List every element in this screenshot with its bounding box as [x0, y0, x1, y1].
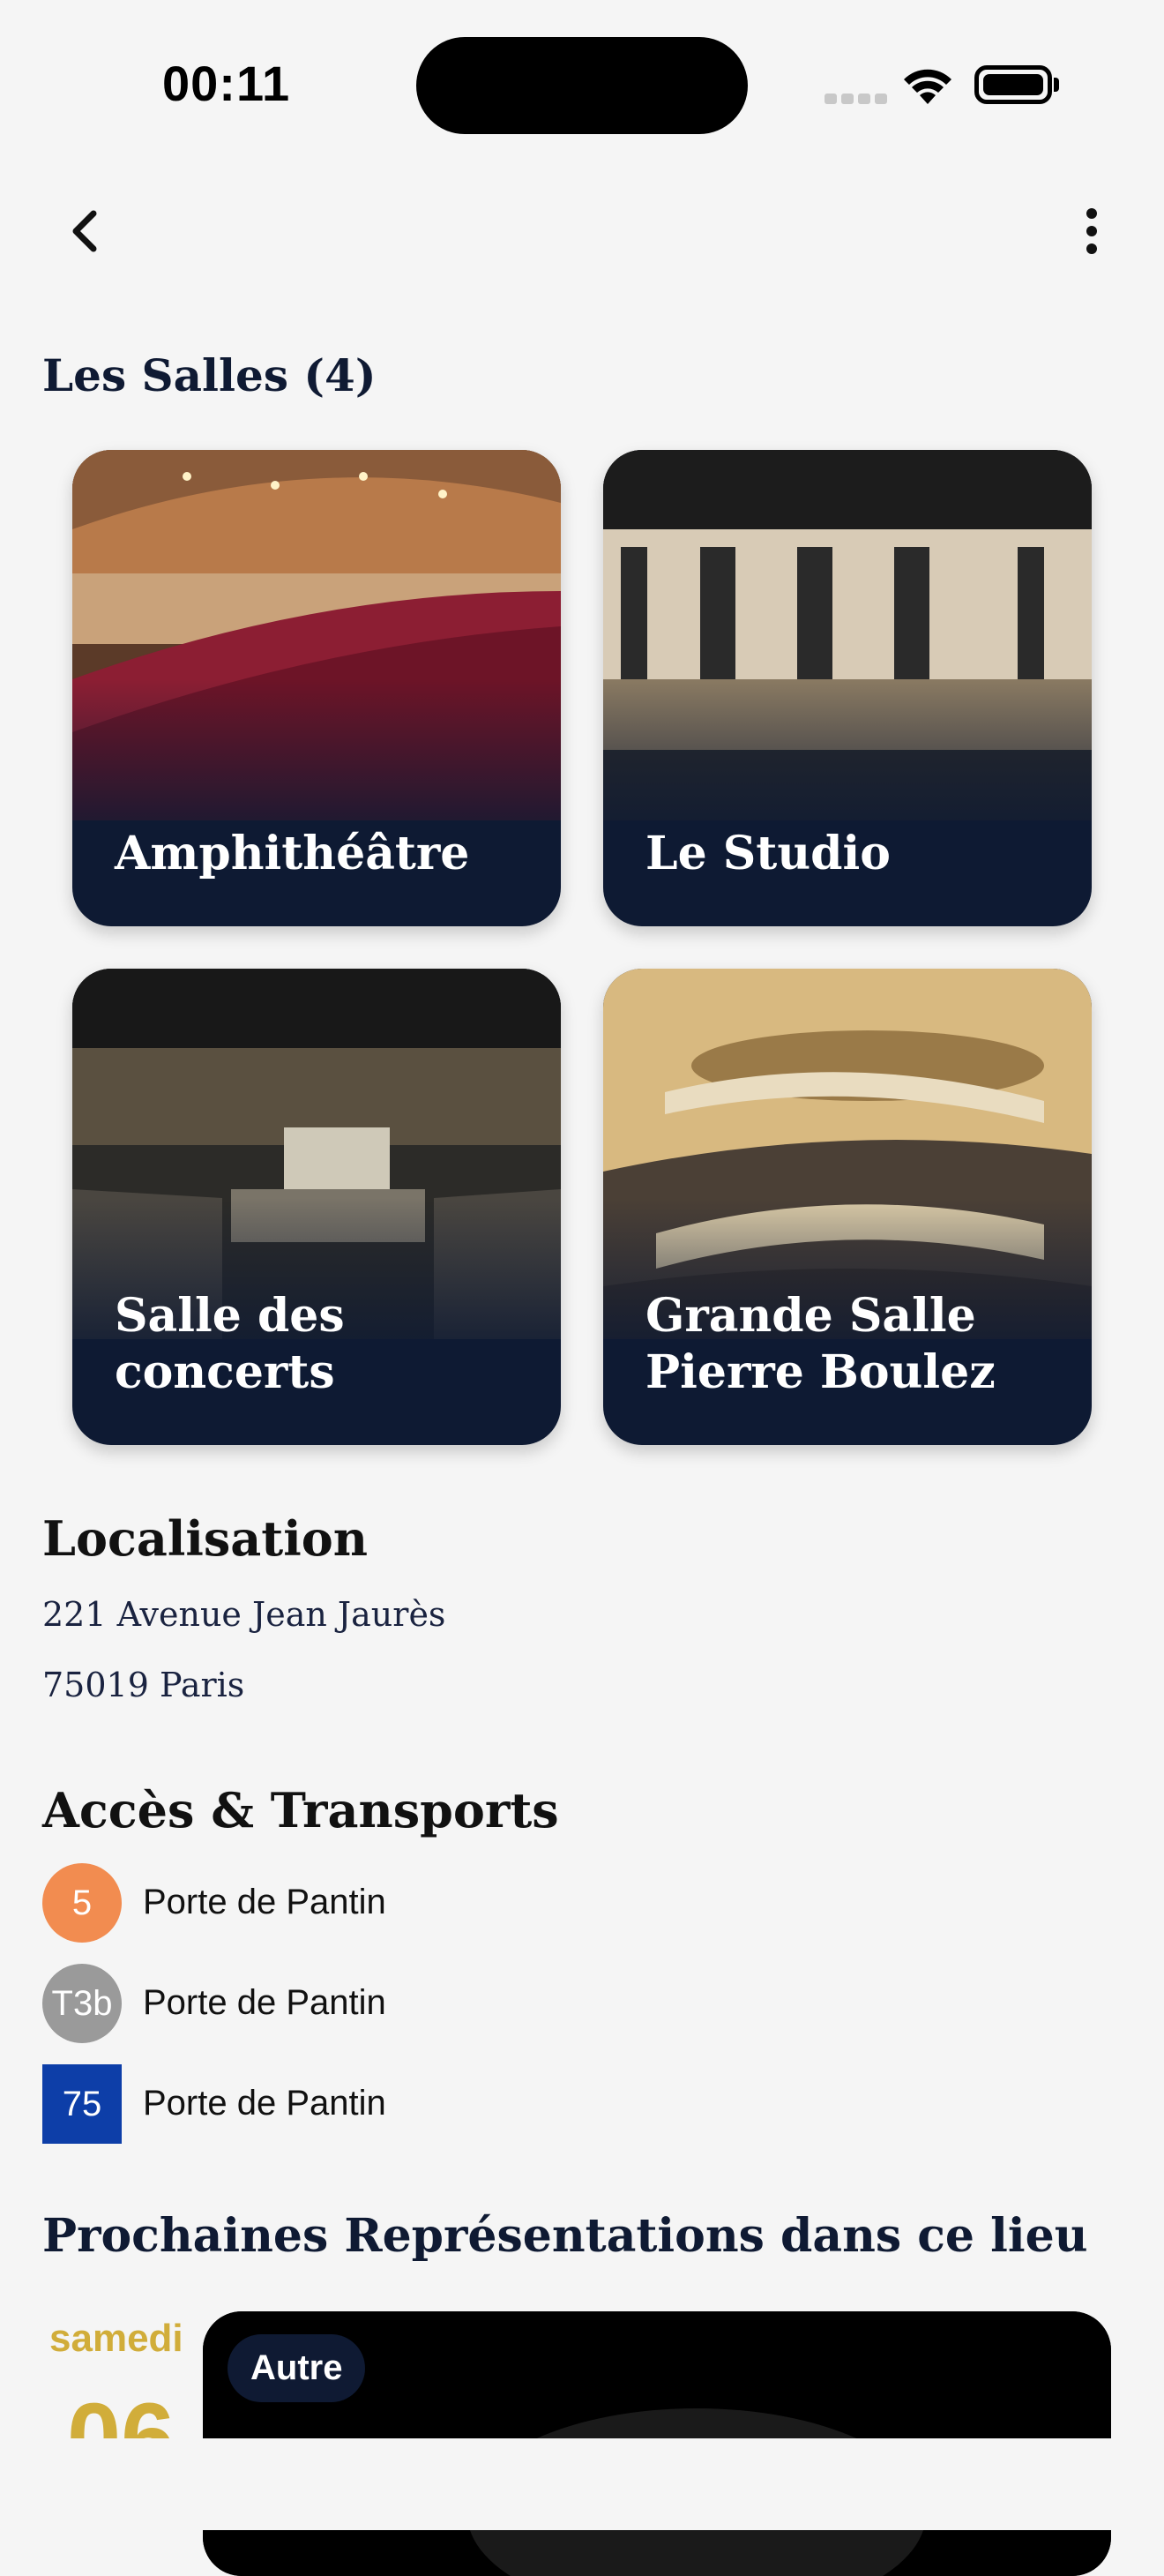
bottom-safe-area: [0, 2438, 1164, 2530]
address-city: 75019 Paris: [42, 1666, 245, 1704]
salles-section-title: Les Salles (4): [42, 349, 377, 401]
salle-card-studio[interactable]: Le Studio: [603, 450, 1092, 926]
event-category-tag: Autre: [228, 2334, 366, 2402]
battery-tip: [1054, 78, 1059, 92]
battery-icon: [974, 65, 1052, 104]
tram-line-badge: T3b: [42, 1964, 122, 2043]
metro-line-badge: 5: [42, 1863, 122, 1943]
transport-stop: Porte de Pantin: [143, 1983, 386, 2022]
salle-label: Le Studio: [645, 827, 891, 880]
more-options-icon[interactable]: [1067, 205, 1116, 258]
address-street: 221 Avenue Jean Jaurès: [42, 1595, 446, 1634]
salle-card-amphitheatre[interactable]: Amphithéâtre: [72, 450, 561, 926]
salle-card-salle-des-concerts[interactable]: Salle des concerts: [72, 969, 561, 1445]
bus-line-badge: 75: [42, 2064, 122, 2144]
salle-label: Amphithéâtre: [115, 827, 470, 880]
dynamic-island: [416, 37, 748, 134]
acces-title: Accès & Transports: [42, 1782, 559, 1838]
upcoming-section-title: Prochaines Représentations dans ce lieu: [42, 2209, 1088, 2263]
wifi-icon: [904, 69, 951, 104]
salle-card-grande-salle[interactable]: Grande Salle Pierre Boulez: [603, 969, 1092, 1445]
transport-stop: Porte de Pantin: [143, 1883, 386, 1921]
cellular-signal-icon: [824, 93, 892, 109]
localisation-title: Localisation: [42, 1510, 369, 1567]
event-day-name: samedi: [49, 2317, 183, 2360]
status-time: 00:11: [162, 56, 291, 111]
salle-label: Salle des concerts: [115, 1289, 345, 1399]
back-chevron-icon[interactable]: [62, 205, 111, 258]
transport-stop: Porte de Pantin: [143, 2084, 386, 2123]
salle-label: Grande Salle Pierre Boulez: [645, 1289, 996, 1399]
